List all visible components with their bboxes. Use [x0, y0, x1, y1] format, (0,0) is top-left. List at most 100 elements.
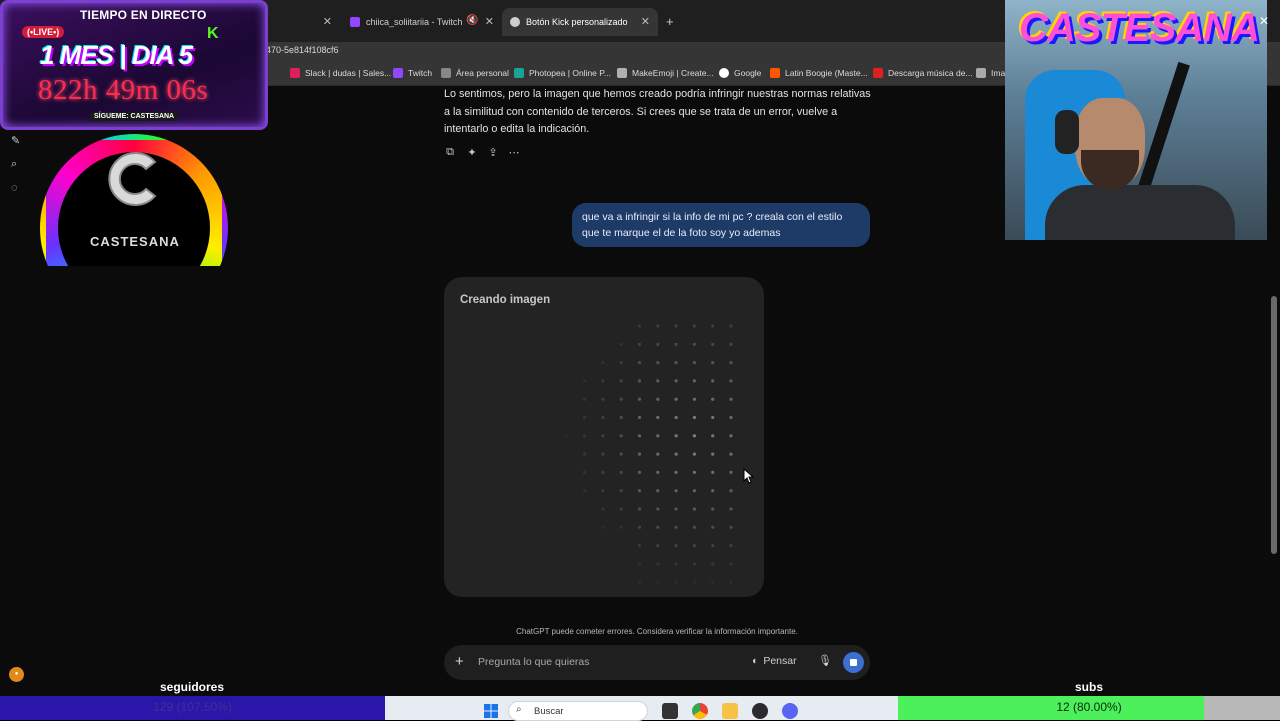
chrome-icon[interactable]	[692, 703, 708, 719]
stop-button[interactable]	[843, 652, 864, 673]
loading-dot	[729, 324, 733, 328]
bookmark-google[interactable]: Google	[719, 68, 761, 78]
channel-logo: CASTESANA	[38, 130, 230, 266]
search-icon[interactable]: ⌕	[11, 158, 23, 170]
windows-start-icon[interactable]	[484, 704, 498, 718]
tab-twitch[interactable]: chiica_soliitariia - Twitch 🔇 ✕	[342, 8, 502, 36]
loading-dot	[692, 452, 696, 456]
copy-icon[interactable]: ⧉	[443, 146, 457, 160]
loading-dot	[692, 361, 696, 365]
loading-dot	[656, 434, 660, 438]
loading-dot	[619, 470, 623, 474]
chatgpt-icon	[510, 17, 520, 27]
loading-dot	[729, 434, 733, 438]
tab-partial[interactable]: ✕	[268, 8, 340, 36]
url-text[interactable]: 470-5e814f108cf6	[266, 45, 339, 55]
close-tab-icon[interactable]: ✕	[641, 15, 650, 28]
loading-dot	[674, 397, 678, 401]
loading-dot	[674, 415, 678, 420]
tab-label: Botón Kick personalizado	[526, 17, 628, 27]
bookmark-latin-boogie[interactable]: Latin Boogie (Maste...	[770, 68, 868, 78]
loading-dot	[656, 361, 660, 365]
bookmark-makeemoji[interactable]: MakeEmoji | Create...	[617, 68, 714, 78]
loading-dot	[583, 470, 587, 474]
streamer-body	[1045, 185, 1235, 240]
loading-dot	[619, 379, 623, 383]
lightbulb-icon: ◐	[752, 655, 759, 667]
close-tab-icon[interactable]: ✕	[485, 15, 494, 28]
twitch-icon	[393, 68, 403, 78]
loading-dot	[692, 397, 696, 401]
timer-header: TIEMPO EN DIRECTO	[80, 8, 207, 22]
loading-dot	[729, 525, 733, 529]
loading-dot	[637, 361, 642, 365]
loading-dot	[656, 580, 660, 584]
loading-dot	[674, 379, 678, 383]
loading-dot	[637, 397, 642, 401]
loading-dot	[601, 434, 605, 438]
disclaimer: ChatGPT puede cometer errores. Considera…	[516, 627, 798, 636]
share-icon[interactable]: ⇪	[486, 146, 500, 160]
loading-dot	[637, 324, 642, 328]
loading-dot	[583, 379, 587, 383]
prompt-input[interactable]: Pregunta lo que quieras	[478, 656, 590, 668]
chat-bubble-icon[interactable]: ◌	[11, 182, 23, 194]
discord-icon[interactable]	[782, 703, 798, 719]
close-icon[interactable]: ✕	[1259, 14, 1269, 28]
close-tab-icon[interactable]: ✕	[323, 15, 332, 28]
think-button[interactable]: ◐ Pensar	[752, 655, 797, 667]
loading-dot	[674, 342, 678, 346]
loading-dot	[583, 415, 587, 420]
loading-dot	[583, 452, 587, 456]
loading-dot	[711, 415, 715, 420]
mute-icon[interactable]: 🔇	[466, 15, 478, 26]
loading-dot	[729, 397, 733, 401]
thumbs-icon[interactable]: ✦	[465, 146, 479, 160]
loading-dot	[674, 489, 678, 493]
bookmark-ima[interactable]: Ima	[976, 68, 1005, 78]
plus-icon[interactable]: +	[455, 653, 464, 670]
bookmark-slack[interactable]: Slack | dudas | Sales...	[290, 68, 391, 78]
task-view-icon[interactable]	[662, 703, 678, 719]
new-tab-icon[interactable]: +	[666, 14, 674, 29]
tab-boton-kick[interactable]: Botón Kick personalizado ✕	[502, 8, 658, 36]
loading-dot	[656, 324, 660, 328]
loading-dot	[656, 562, 660, 566]
loading-dot	[692, 324, 696, 328]
photopea-icon	[514, 68, 524, 78]
taskbar-search[interactable]	[508, 701, 648, 721]
app-icon[interactable]	[752, 703, 768, 719]
bookmark-descarga-musica[interactable]: Descarga música de...	[873, 68, 973, 78]
loading-dot	[637, 379, 642, 383]
loading-dot	[729, 470, 733, 474]
loading-dot	[601, 379, 605, 383]
taskbar-search-label: Buscar	[534, 706, 564, 717]
bookmark-twitch[interactable]: Twitch	[393, 68, 432, 78]
bookmark-icon	[976, 68, 986, 78]
loading-dot	[692, 434, 696, 438]
loading-dot	[564, 434, 568, 438]
loading-dot	[692, 525, 696, 529]
loading-dot	[711, 489, 715, 493]
loading-dot	[583, 397, 587, 401]
loading-dot	[729, 379, 733, 383]
file-explorer-icon[interactable]	[722, 703, 738, 719]
logo-text: CASTESANA	[90, 234, 180, 249]
bookmark-photopea[interactable]: Photopea | Online P...	[514, 68, 611, 78]
soundcloud-icon	[770, 68, 780, 78]
bookmark-area-personal[interactable]: Área personal	[441, 68, 509, 78]
more-icon[interactable]: ⋯	[507, 146, 521, 160]
loading-dot	[729, 342, 733, 346]
scrollbar[interactable]	[1271, 296, 1277, 554]
loading-dot	[601, 452, 605, 456]
loading-dot	[637, 452, 642, 456]
live-badge: (•LIVE•)	[22, 26, 65, 38]
new-chat-icon[interactable]: ✎	[11, 134, 23, 147]
loading-dot	[674, 507, 678, 511]
microphone-icon[interactable]: 🎙	[818, 654, 832, 667]
loading-dot	[619, 361, 623, 365]
loading-dot	[619, 342, 623, 346]
seguidores-label: seguidores	[159, 680, 225, 694]
loading-dot	[729, 507, 733, 511]
google-icon	[719, 68, 729, 78]
